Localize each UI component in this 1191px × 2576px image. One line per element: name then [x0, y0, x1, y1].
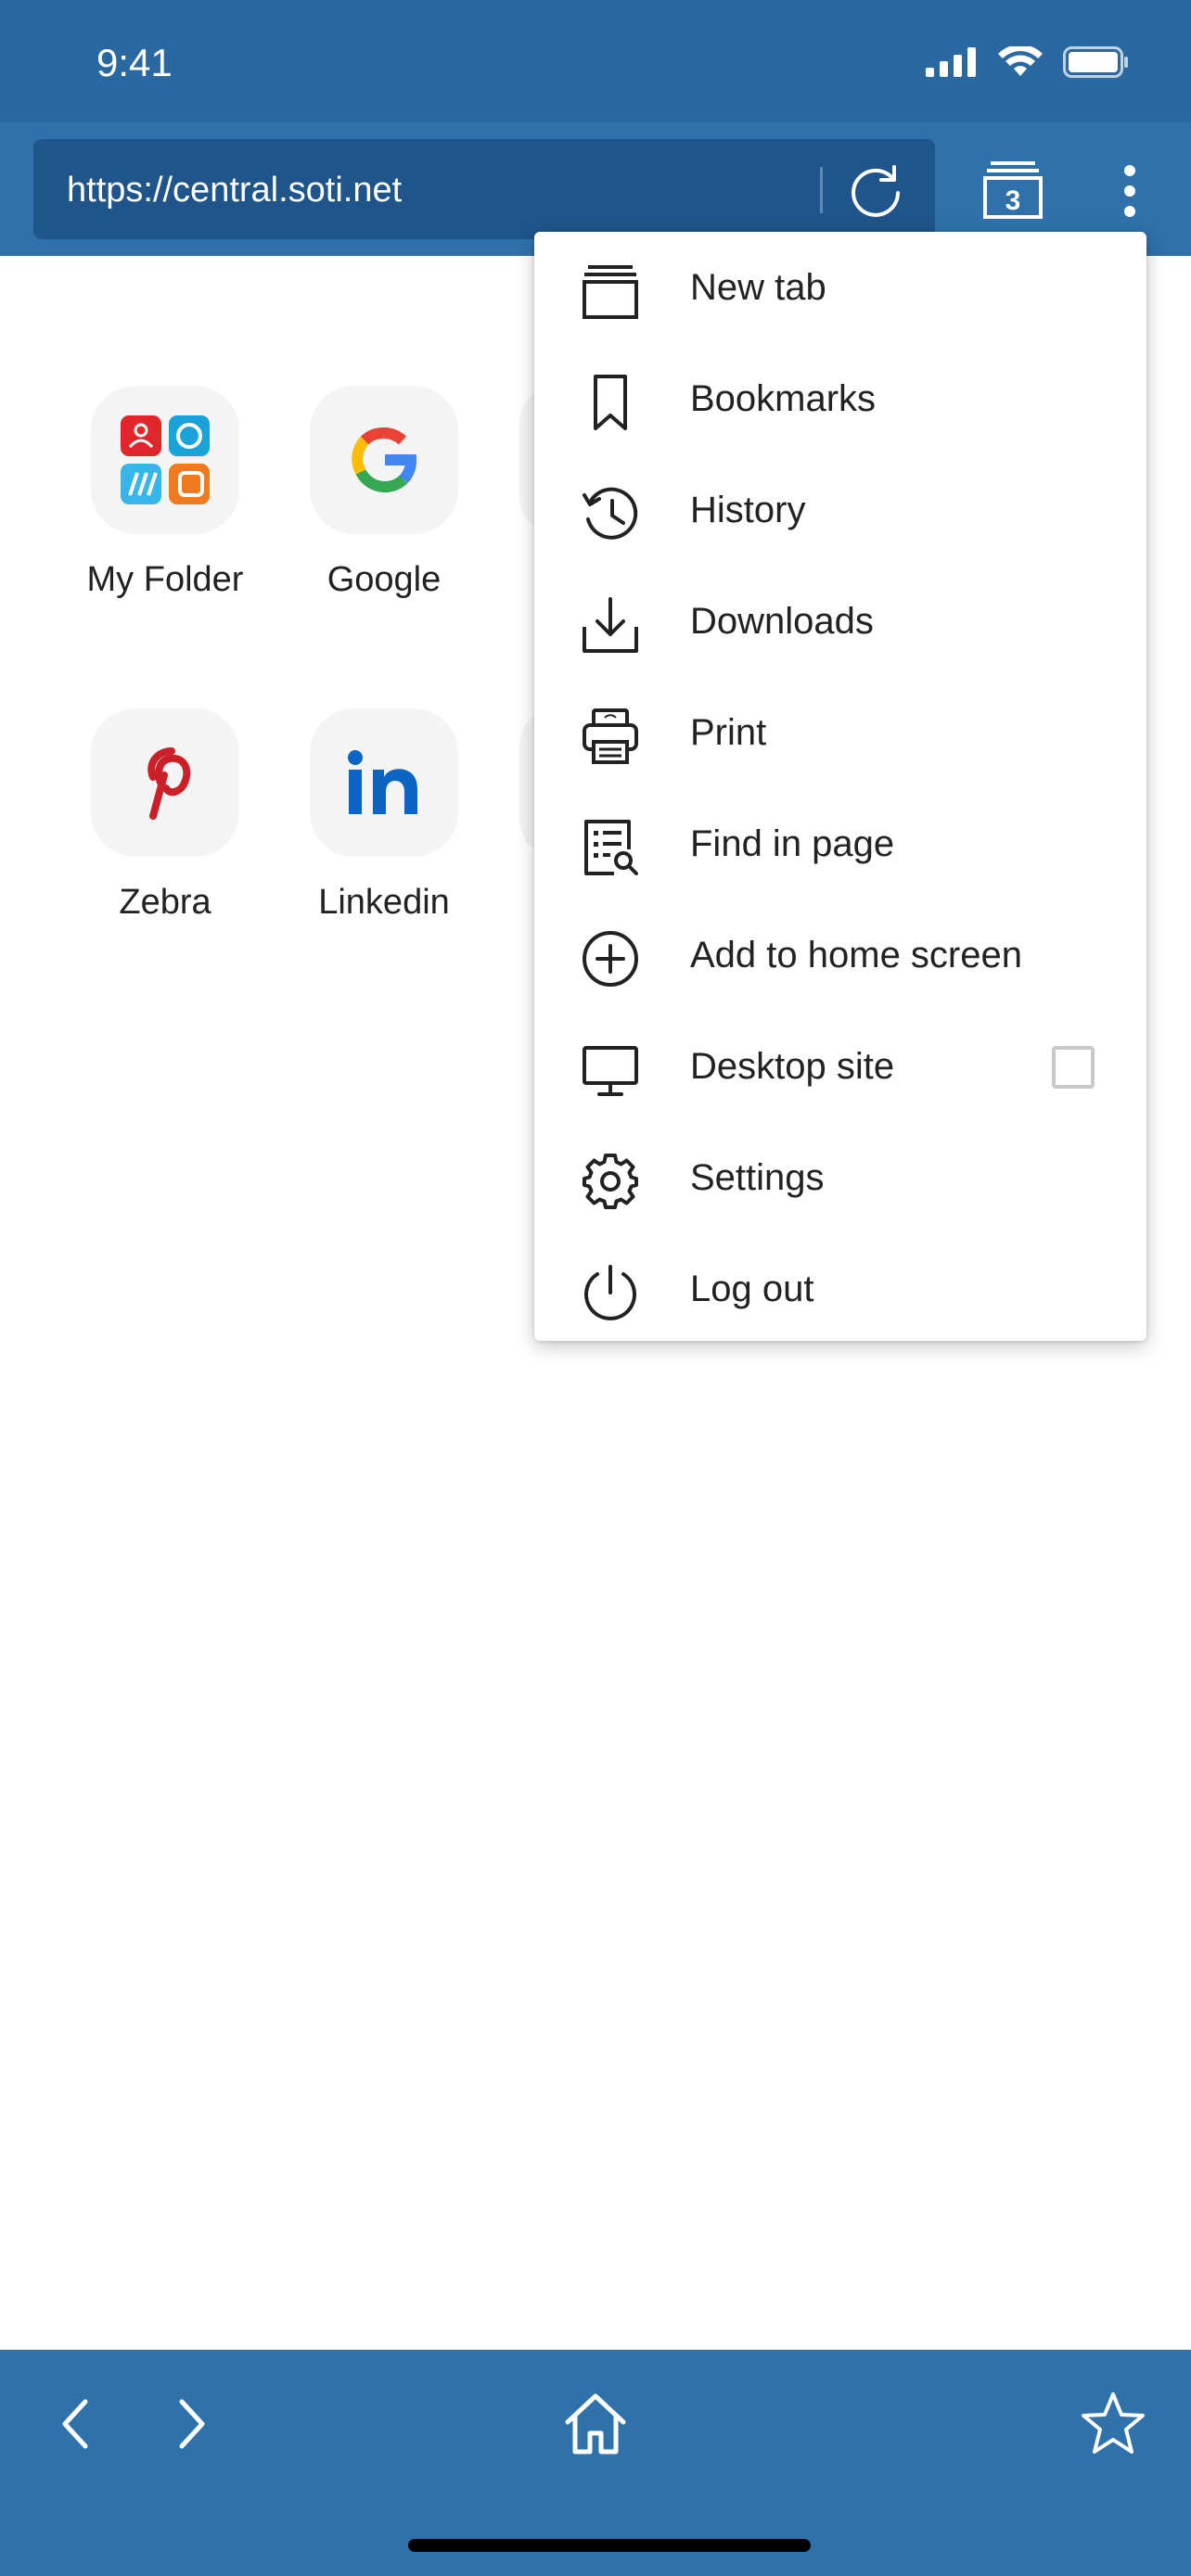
forward-button[interactable] — [152, 2387, 226, 2461]
tabs-button[interactable]: 3 — [983, 159, 1043, 219]
menu-item-settings[interactable]: Settings — [534, 1122, 1146, 1233]
bookmark-icon — [594, 375, 627, 430]
tile-label: Google — [327, 560, 442, 599]
menu-item-downloads[interactable]: Downloads — [534, 566, 1146, 677]
new-tab-icon — [583, 265, 638, 319]
folder-apps-icon — [121, 415, 210, 504]
menu-item-new-tab[interactable]: New tab — [534, 232, 1146, 343]
address-bar[interactable]: https://central.soti.net — [33, 139, 935, 239]
power-icon — [584, 1265, 636, 1320]
menu-item-label: Print — [690, 712, 767, 753]
home-button[interactable] — [558, 2387, 633, 2461]
add-circle-icon — [583, 931, 638, 987]
desktop-icon — [583, 1046, 638, 1096]
linkedin-icon — [348, 750, 417, 814]
menu-item-print[interactable]: Print — [534, 677, 1146, 788]
printer-icon — [583, 708, 638, 764]
star-icon — [1082, 2392, 1145, 2454]
tile-icon-container — [91, 386, 239, 534]
reload-button[interactable] — [846, 161, 905, 221]
url-divider — [820, 167, 823, 213]
menu-item-desktop-site[interactable]: Desktop site — [534, 1011, 1146, 1122]
status-bar: 9:41 — [0, 0, 1191, 122]
pinterest-icon — [147, 747, 191, 820]
tile-icon-container — [310, 708, 458, 857]
desktop-site-checkbox[interactable] — [1052, 1046, 1095, 1089]
reload-icon — [852, 165, 900, 217]
google-icon — [352, 427, 416, 493]
menu-item-label: Downloads — [690, 601, 874, 642]
url-text[interactable]: https://central.soti.net — [67, 171, 402, 210]
menu-item-label: Add to home screen — [690, 935, 1022, 976]
gear-icon — [583, 1154, 638, 1209]
menu-item-label: Log out — [690, 1269, 814, 1309]
menu-item-bookmarks[interactable]: Bookmarks — [534, 343, 1146, 454]
find-in-page-icon — [584, 820, 638, 875]
back-icon — [62, 2399, 88, 2449]
tab-count: 3 — [1005, 185, 1021, 216]
speed-dial-zebra[interactable]: Zebra — [72, 708, 258, 923]
status-time: 9:41 — [96, 41, 173, 84]
more-vertical-icon — [1124, 165, 1135, 217]
menu-item-history[interactable]: History — [534, 454, 1146, 566]
bookmark-star-button[interactable] — [1076, 2387, 1150, 2461]
speed-dial-linkedin[interactable]: Linkedin — [291, 708, 477, 923]
menu-item-label: Bookmarks — [690, 378, 877, 419]
home-icon — [565, 2393, 626, 2455]
more-menu-button[interactable] — [1113, 161, 1146, 221]
tabs-icon: 3 — [983, 161, 1043, 219]
tile-label: Linkedin — [318, 883, 450, 922]
status-icons — [926, 46, 1130, 78]
tile-icon-container — [310, 386, 458, 534]
download-icon — [583, 597, 638, 653]
speed-dial-google[interactable]: Google — [291, 386, 477, 600]
back-button[interactable] — [41, 2387, 115, 2461]
menu-item-label: Settings — [690, 1157, 825, 1198]
menu-item-label: Desktop site — [690, 1046, 895, 1087]
tile-label: My Folder — [86, 560, 244, 599]
forward-icon — [179, 2399, 205, 2449]
menu-item-label: Find in page — [690, 823, 895, 864]
home-indicator — [408, 2539, 811, 2552]
bottom-navigation-bar — [0, 2350, 1191, 2576]
tile-label: Zebra — [119, 883, 211, 922]
signal-icon — [926, 47, 976, 77]
overflow-menu: New tab Bookmarks History Downloads Prin… — [534, 232, 1146, 1341]
tile-icon-container — [91, 708, 239, 857]
wifi-icon — [998, 46, 1043, 76]
speed-dial-my-folder[interactable]: My Folder — [72, 386, 258, 600]
menu-item-label: New tab — [690, 267, 826, 308]
history-icon — [583, 487, 638, 540]
battery-icon — [1063, 46, 1128, 78]
menu-item-add-to-home-screen[interactable]: Add to home screen — [534, 899, 1146, 1011]
menu-item-label: History — [690, 490, 806, 530]
menu-item-log-out[interactable]: Log out — [534, 1233, 1146, 1345]
menu-item-find-in-page[interactable]: Find in page — [534, 788, 1146, 899]
